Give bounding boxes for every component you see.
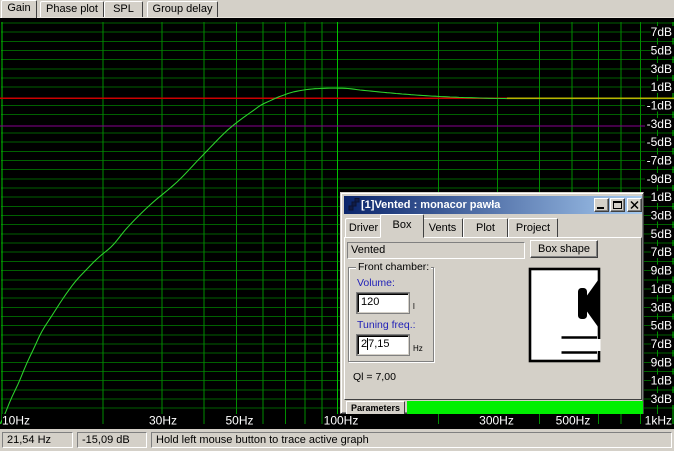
svg-text:7dB: 7dB <box>651 337 672 351</box>
svg-text:9dB: 9dB <box>651 355 672 369</box>
svg-text:1dB: 1dB <box>651 190 672 204</box>
svg-text:3dB: 3dB <box>651 392 672 406</box>
svg-text:300Hz: 300Hz <box>479 414 514 428</box>
svg-text:100Hz: 100Hz <box>324 414 359 428</box>
svg-text:5dB: 5dB <box>651 319 672 333</box>
svg-text:-3dB: -3dB <box>647 117 672 131</box>
svg-text:-7dB: -7dB <box>647 154 672 168</box>
svg-text:1dB: 1dB <box>651 282 672 296</box>
svg-text:1kHz: 1kHz <box>645 414 672 428</box>
svg-text:7dB: 7dB <box>651 25 672 39</box>
svg-text:7dB: 7dB <box>651 245 672 259</box>
svg-text:1dB: 1dB <box>651 80 672 94</box>
svg-text:5dB: 5dB <box>651 227 672 241</box>
svg-text:-9dB: -9dB <box>647 172 672 186</box>
svg-text:10Hz: 10Hz <box>2 414 30 428</box>
svg-text:500Hz: 500Hz <box>556 414 591 428</box>
svg-text:9dB: 9dB <box>651 264 672 278</box>
svg-text:5dB: 5dB <box>651 44 672 58</box>
svg-text:-1dB: -1dB <box>647 99 672 113</box>
svg-text:3dB: 3dB <box>651 209 672 223</box>
svg-text:30Hz: 30Hz <box>149 414 177 428</box>
svg-text:3dB: 3dB <box>651 62 672 76</box>
svg-text:1dB: 1dB <box>651 374 672 388</box>
svg-text:3dB: 3dB <box>651 300 672 314</box>
svg-text:50Hz: 50Hz <box>225 414 253 428</box>
svg-text:-5dB: -5dB <box>647 135 672 149</box>
